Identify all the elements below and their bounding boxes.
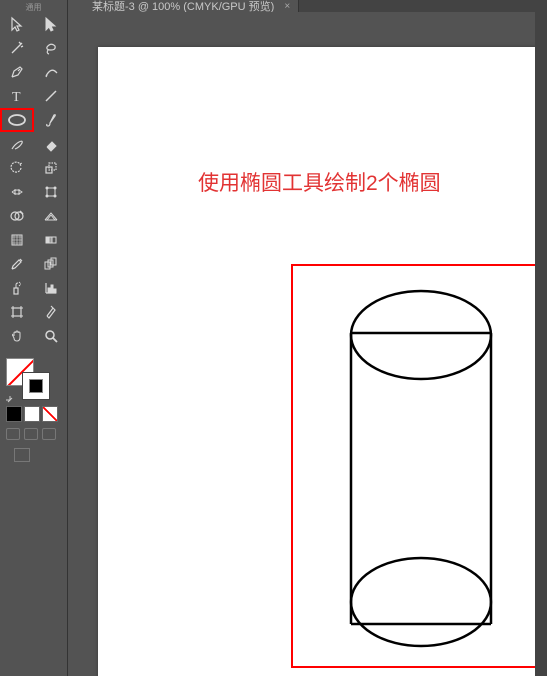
eyedropper-tool[interactable] <box>0 252 34 276</box>
ellipse-tool[interactable] <box>0 108 34 132</box>
shape-builder-tool[interactable] <box>0 204 34 228</box>
free-transform-tool[interactable] <box>34 180 68 204</box>
draw-behind-mode[interactable] <box>24 428 38 440</box>
hand-tool[interactable] <box>0 324 34 348</box>
artboard[interactable]: 使用椭圆工具绘制2个椭圆 <box>98 47 547 676</box>
close-icon[interactable]: × <box>284 1 290 12</box>
stroke-color[interactable] <box>22 372 50 400</box>
rotate-tool[interactable] <box>0 156 34 180</box>
instruction-text: 使用椭圆工具绘制2个椭圆 <box>198 167 441 197</box>
line-segment-tool[interactable] <box>34 84 68 108</box>
symbol-sprayer-tool[interactable] <box>0 276 34 300</box>
gradient-tool[interactable] <box>34 228 68 252</box>
document-tab[interactable]: 某标题-3 @ 100% (CMYK/GPU 预览) × <box>84 0 299 12</box>
width-tool[interactable] <box>0 180 34 204</box>
drawing-shapes <box>348 275 498 665</box>
artboard-tool[interactable] <box>0 300 34 324</box>
draw-normal-mode[interactable] <box>6 428 20 440</box>
lasso-tool[interactable] <box>34 36 68 60</box>
magic-wand-tool[interactable] <box>0 36 34 60</box>
blend-tool[interactable] <box>34 252 68 276</box>
mesh-tool[interactable] <box>0 228 34 252</box>
eraser-tool[interactable] <box>34 132 68 156</box>
color-mode-solid[interactable] <box>6 406 22 422</box>
swap-fill-stroke-icon[interactable] <box>4 394 14 404</box>
pen-tool[interactable] <box>0 60 34 84</box>
canvas-area: 使用椭圆工具绘制2个椭圆 <box>68 12 547 676</box>
zoom-tool[interactable] <box>34 324 68 348</box>
toolbar-label: 通用 <box>0 0 67 12</box>
pencil-tool[interactable] <box>0 132 34 156</box>
paintbrush-tool[interactable] <box>34 108 68 132</box>
selection-tool[interactable] <box>0 12 34 36</box>
perspective-grid-tool[interactable] <box>34 204 68 228</box>
curvature-tool[interactable] <box>34 60 68 84</box>
direct-selection-tool[interactable] <box>34 12 68 36</box>
svg-text:T: T <box>12 90 21 104</box>
column-graph-tool[interactable] <box>34 276 68 300</box>
color-mode-gradient[interactable] <box>24 406 40 422</box>
fill-stroke-section <box>0 356 67 404</box>
draw-inside-mode[interactable] <box>42 428 56 440</box>
color-mode-none[interactable] <box>42 406 58 422</box>
scale-tool[interactable] <box>34 156 68 180</box>
toolbar: 通用 T <box>0 0 68 676</box>
right-panel-edge <box>535 0 547 676</box>
slice-tool[interactable] <box>34 300 68 324</box>
type-tool[interactable]: T <box>0 84 34 108</box>
screen-mode[interactable] <box>14 448 30 462</box>
tab-bar: 某标题-3 @ 100% (CMYK/GPU 预览) × <box>84 0 547 12</box>
